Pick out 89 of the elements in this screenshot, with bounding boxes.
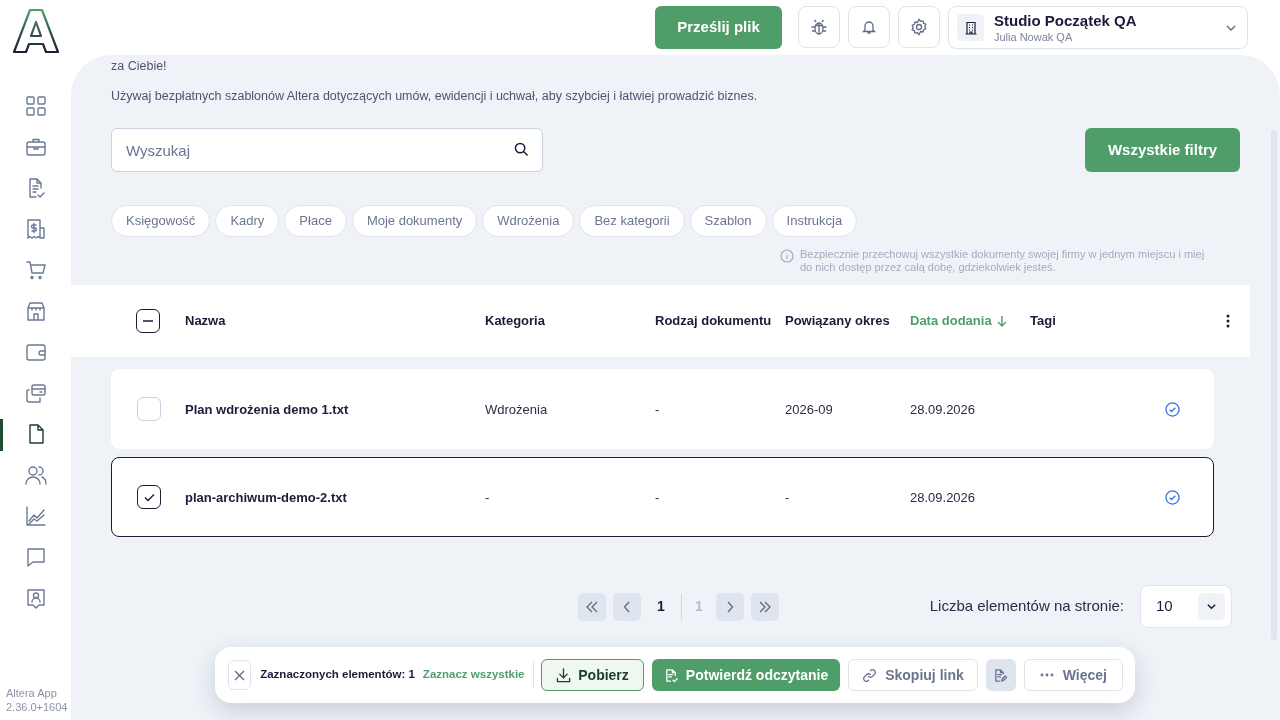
notifications-button[interactable]	[848, 6, 890, 48]
more-button[interactable]: Więcej	[1023, 659, 1123, 691]
users-icon[interactable]	[24, 464, 47, 486]
chevron-down-icon	[1198, 593, 1225, 620]
last-page-button[interactable]	[751, 592, 779, 621]
close-icon	[234, 669, 246, 681]
document-edit-button[interactable]	[985, 659, 1016, 691]
wallet-icon[interactable]	[24, 341, 47, 363]
column-header[interactable]: Tagi	[1030, 311, 1056, 331]
ellipsis-icon	[1039, 673, 1054, 677]
file-name: Plan wdrożenia demo 1.txt	[185, 402, 349, 417]
cart-icon[interactable]	[24, 259, 47, 281]
table-cell: 28.09.2026	[910, 402, 976, 417]
column-header[interactable]: Kategoria	[485, 311, 545, 331]
briefcase-icon[interactable]	[24, 136, 47, 158]
building-icon	[963, 20, 978, 35]
column-header[interactable]: Nazwa	[185, 311, 226, 331]
bug-button[interactable]	[798, 6, 840, 48]
table-cell: 2026-09	[785, 402, 833, 417]
checkbox[interactable]	[137, 485, 161, 509]
table-cell: 28.09.2026	[910, 490, 976, 505]
active-indicator	[0, 419, 3, 451]
column-header[interactable]: Rodzaj dokumentu	[655, 311, 772, 331]
table-cell: -	[655, 402, 660, 417]
search-field[interactable]: Wyszukaj	[111, 128, 543, 172]
all-filters-button[interactable]: Wszystkie filtry	[1085, 128, 1240, 172]
chevron-left-icon	[623, 600, 631, 613]
app-version: 2.36.0+1604	[6, 700, 68, 714]
table-cell: -	[655, 490, 660, 505]
table-cell: -	[785, 490, 790, 505]
table-cell: Wdrożenia	[485, 402, 548, 417]
contact-icon[interactable]	[24, 587, 47, 609]
app-name: Altera App	[6, 686, 58, 700]
minus-icon	[143, 320, 153, 322]
first-page-button[interactable]	[578, 592, 606, 621]
current-page[interactable]: 1	[648, 596, 674, 617]
search-icon[interactable]	[514, 142, 529, 157]
download-button[interactable]: Pobierz	[541, 659, 644, 691]
category-chip[interactable]: Księgowość	[111, 205, 211, 237]
document-edit-icon	[993, 667, 1009, 683]
category-chip[interactable]: Płace	[284, 205, 347, 237]
category-chip[interactable]: Wdrożenia	[482, 205, 575, 237]
double-chevron-right-icon	[758, 600, 772, 613]
document-check-icon	[663, 667, 679, 683]
logo-icon[interactable]	[11, 8, 60, 54]
column-header[interactable]: Data dodania	[910, 311, 1007, 331]
cards-icon[interactable]	[24, 382, 47, 404]
page-size-label: Liczba elementów na stronie:	[929, 596, 1124, 617]
organization-selector[interactable]: Studio Początek QA Julia Nowak QA	[948, 6, 1248, 49]
category-chip[interactable]: Kadry	[215, 205, 280, 237]
info-text: Bezpiecznie przechowuj wszystkie dokumenty swojej firmy w jednym miejscu i miej do nich dostęp przez całą dobę, gdziekolwiek jesteś.	[800, 248, 1206, 274]
chevron-right-icon	[726, 600, 734, 613]
info-icon	[780, 249, 794, 263]
more-vertical-icon[interactable]	[1226, 314, 1230, 328]
category-chip[interactable]: Bez kategorii	[579, 205, 685, 237]
copy-link-button[interactable]: Skopiuj link	[848, 659, 978, 691]
intro-text: za Ciebie!	[111, 58, 168, 74]
next-page-button[interactable]	[716, 592, 744, 621]
download-icon	[556, 667, 572, 683]
select-all-link[interactable]: Zaznacz wszystkie	[422, 666, 525, 684]
total-pages: 1	[694, 597, 704, 616]
column-header[interactable]: Powiązany okres	[785, 311, 890, 331]
close-button[interactable]	[228, 660, 252, 690]
category-chip[interactable]: Szablon	[689, 205, 767, 237]
category-chip[interactable]: Moje dokumenty	[351, 205, 478, 237]
checkbox[interactable]	[136, 309, 160, 333]
table-row[interactable]: Plan wdrożenia demo 1.txt Wdrożenia - 2026-09 28.09.2026	[111, 369, 1214, 449]
receipt-dollar-icon[interactable]	[24, 218, 47, 240]
chart-line-icon[interactable]	[24, 505, 47, 527]
store-icon[interactable]	[24, 300, 47, 322]
table-cell: -	[485, 490, 490, 505]
category-chip[interactable]: Instrukcja	[771, 205, 858, 237]
settings-icon	[910, 18, 928, 36]
file-name: plan-archiwum-demo-2.txt	[185, 490, 347, 505]
selection-count: Zaznaczonych elementów: 1	[260, 667, 415, 683]
settings-button[interactable]	[898, 6, 940, 48]
bug-icon	[810, 18, 828, 36]
page-size-select[interactable]: 10	[1140, 585, 1232, 628]
bell-icon	[861, 19, 877, 35]
link-icon	[862, 667, 878, 683]
intro-text: Używaj bezpłatnych szablonów Altera dotyczących umów, ewidencji i uchwał, aby szybciej i łatwiej prowadzić biznes.	[111, 88, 759, 104]
table-row[interactable]: plan-archiwum-demo-2.txt - - - 28.09.2026	[111, 457, 1214, 537]
upload-button[interactable]: Prześlij plik	[655, 6, 782, 49]
grid-icon[interactable]	[24, 95, 47, 117]
confirm-read-button[interactable]: Potwierdź odczytanie	[651, 659, 841, 691]
chat-icon[interactable]	[24, 546, 47, 568]
check-icon	[143, 492, 155, 502]
double-chevron-left-icon	[585, 600, 599, 613]
previous-page-button[interactable]	[613, 592, 641, 621]
